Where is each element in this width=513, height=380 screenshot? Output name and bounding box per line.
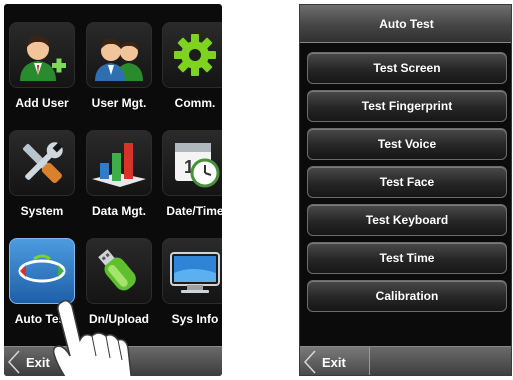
exit-button[interactable]: Exit bbox=[300, 347, 370, 375]
tile-label: Sys Info bbox=[171, 312, 219, 326]
tile-label: Add User bbox=[15, 96, 69, 110]
user-management-icon bbox=[86, 22, 152, 88]
monitor-icon bbox=[162, 238, 222, 304]
bar-chart-icon bbox=[86, 130, 152, 196]
usb-drive-icon bbox=[86, 238, 152, 304]
auto-test-screen: Auto Test Test Screen Test Fingerprint T… bbox=[299, 4, 512, 376]
tile-label: Data Mgt. bbox=[92, 204, 146, 218]
auto-test-icon bbox=[9, 238, 75, 304]
chevron-left-icon bbox=[7, 350, 20, 374]
tile-sys-info[interactable]: Sys Info bbox=[159, 224, 222, 328]
calibration-button[interactable]: Calibration bbox=[307, 280, 507, 312]
test-face-button[interactable]: Test Face bbox=[307, 166, 507, 198]
screen-title: Auto Test bbox=[379, 16, 434, 31]
test-time-button[interactable]: Test Time bbox=[307, 242, 507, 274]
test-keyboard-button[interactable]: Test Keyboard bbox=[307, 204, 507, 236]
main-menu-screen: Add User User Mgt. Comm. System Data Mgt… bbox=[4, 4, 222, 376]
gear-icon bbox=[162, 22, 222, 88]
pointing-hand-icon bbox=[52, 300, 132, 376]
tile-add-user[interactable]: Add User bbox=[6, 8, 78, 112]
exit-label: Exit bbox=[322, 354, 346, 370]
tile-system[interactable]: System bbox=[6, 116, 78, 220]
chevron-left-icon bbox=[303, 350, 316, 374]
tile-label: Comm. bbox=[174, 96, 216, 110]
tile-data-mgt[interactable]: Data Mgt. bbox=[83, 116, 155, 220]
tile-label: User Mgt. bbox=[91, 96, 147, 110]
calendar-clock-icon: 1 bbox=[162, 130, 222, 196]
tile-user-mgt[interactable]: User Mgt. bbox=[83, 8, 155, 112]
tile-label: System bbox=[20, 204, 64, 218]
add-user-icon bbox=[9, 22, 75, 88]
screen-title-bar: Auto Test bbox=[300, 5, 511, 43]
tile-comm[interactable]: Comm. bbox=[159, 8, 222, 112]
test-fingerprint-button[interactable]: Test Fingerprint bbox=[307, 90, 507, 122]
tile-date-time[interactable]: 1 Date/Time bbox=[159, 116, 222, 220]
tile-label: Date/Time bbox=[166, 204, 222, 218]
test-voice-button[interactable]: Test Voice bbox=[307, 128, 507, 160]
bottom-bar: Exit bbox=[300, 346, 511, 375]
test-screen-button[interactable]: Test Screen bbox=[307, 52, 507, 84]
tools-icon bbox=[9, 130, 75, 196]
